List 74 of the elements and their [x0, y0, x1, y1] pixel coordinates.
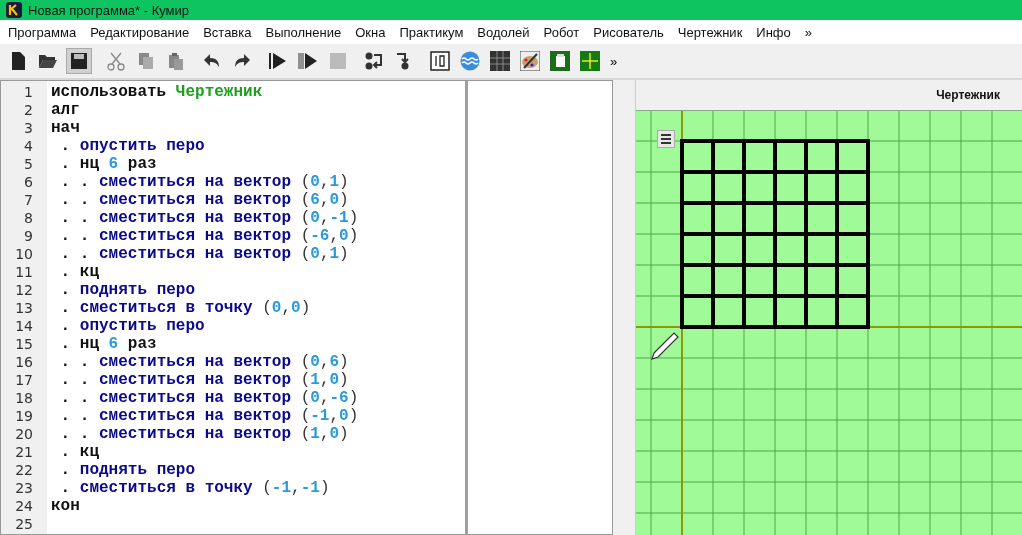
- line-number: 23: [14, 480, 33, 496]
- menu-item[interactable]: Практикум: [393, 24, 472, 40]
- line-number: 16: [14, 354, 33, 370]
- code-line: . сместиться в точку (0,0): [59, 299, 311, 317]
- line-number: 9: [23, 228, 33, 244]
- line-number: 10: [14, 246, 33, 262]
- menu-item[interactable]: Окна: [349, 24, 394, 40]
- menu-item[interactable]: Программа: [2, 24, 85, 40]
- line-number: 1: [23, 84, 33, 100]
- line-number: 19: [14, 408, 33, 424]
- code-line: . . сместиться на вектор (6,0): [59, 191, 349, 209]
- code-line: . . сместиться на вектор (0,1): [59, 245, 349, 263]
- code-line: . поднять перо: [59, 281, 196, 299]
- menu-item[interactable]: Вставка: [197, 24, 260, 40]
- window-title: Новая программа* - Кумир: [28, 2, 190, 18]
- code-line: . . сместиться на вектор (1,0): [59, 425, 349, 443]
- line-number: 24: [14, 498, 33, 514]
- code-line: нач: [51, 119, 80, 137]
- line-number: 11: [14, 264, 33, 280]
- line-number: 12: [14, 282, 33, 298]
- menu-item[interactable]: Чертежник: [671, 24, 751, 40]
- line-number: 14: [14, 318, 33, 334]
- menu-item[interactable]: »: [798, 24, 820, 40]
- menu-item[interactable]: Выполнение: [259, 24, 350, 40]
- line-number: 7: [23, 192, 33, 208]
- code-line: кон: [51, 497, 80, 515]
- code-line: . . сместиться на вектор (-6,0): [59, 227, 359, 245]
- menu-item[interactable]: Водолей: [471, 24, 538, 40]
- code-line: . . сместиться на вектор (0,6): [59, 353, 349, 371]
- toolbar-overflow-button[interactable]: »: [610, 53, 618, 69]
- code-line: . . сместиться на вектор (0,1): [59, 173, 349, 191]
- line-number: 22: [14, 462, 33, 478]
- code-line: . кц: [59, 263, 99, 281]
- grid-icon[interactable]: [488, 49, 512, 73]
- code-line: . кц: [59, 443, 99, 461]
- palette-icon[interactable]: [518, 49, 542, 73]
- menu-item[interactable]: Робот: [537, 24, 588, 40]
- code-line: . нц 6 раз: [59, 155, 157, 173]
- line-number: 8: [23, 210, 33, 226]
- code-line: использовать Чертежник: [51, 83, 263, 101]
- code-line: . сместиться в точку (-1,-1): [59, 479, 330, 497]
- menu-item[interactable]: Рисователь: [587, 24, 672, 40]
- clipboard-icon[interactable]: [548, 49, 572, 73]
- menu-icon[interactable]: [657, 130, 675, 148]
- line-number: 2: [23, 102, 33, 118]
- code-line: . опустить перо: [59, 317, 205, 335]
- code-line: . опустить перо: [59, 137, 205, 155]
- code-line: . . сместиться на вектор (1,0): [59, 371, 349, 389]
- line-number: 17: [14, 372, 33, 388]
- line-number: 25: [14, 516, 33, 532]
- code-line: . . сместиться на вектор (0,-6): [59, 389, 359, 407]
- line-number: 21: [14, 444, 33, 460]
- app-logo-icon: [6, 2, 22, 18]
- digital-display-icon[interactable]: [428, 49, 452, 73]
- code-line: алг: [51, 101, 80, 119]
- crosshair-icon[interactable]: [578, 49, 602, 73]
- line-number: 20: [14, 426, 33, 442]
- code-line: . поднять перо: [59, 461, 196, 479]
- line-number: 5: [23, 156, 33, 172]
- code-line: . нц 6 раз: [59, 335, 157, 353]
- line-number: 4: [23, 138, 33, 154]
- panel-title: Чертежник: [936, 88, 1000, 102]
- line-number: 13: [14, 300, 33, 316]
- code-line: . . сместиться на вектор (0,-1): [59, 209, 359, 227]
- line-number: 6: [23, 174, 33, 190]
- line-number: 18: [14, 390, 33, 406]
- line-number: 3: [23, 120, 33, 136]
- line-number: 15: [14, 336, 33, 352]
- menu-item[interactable]: Инфо: [750, 24, 799, 40]
- pencil-icon: [651, 332, 679, 360]
- code-line: . . сместиться на вектор (-1,0): [59, 407, 359, 425]
- menu-item[interactable]: Редактирование: [84, 24, 198, 40]
- water-waves-icon[interactable]: [458, 49, 482, 73]
- save-icon[interactable]: [66, 48, 92, 74]
